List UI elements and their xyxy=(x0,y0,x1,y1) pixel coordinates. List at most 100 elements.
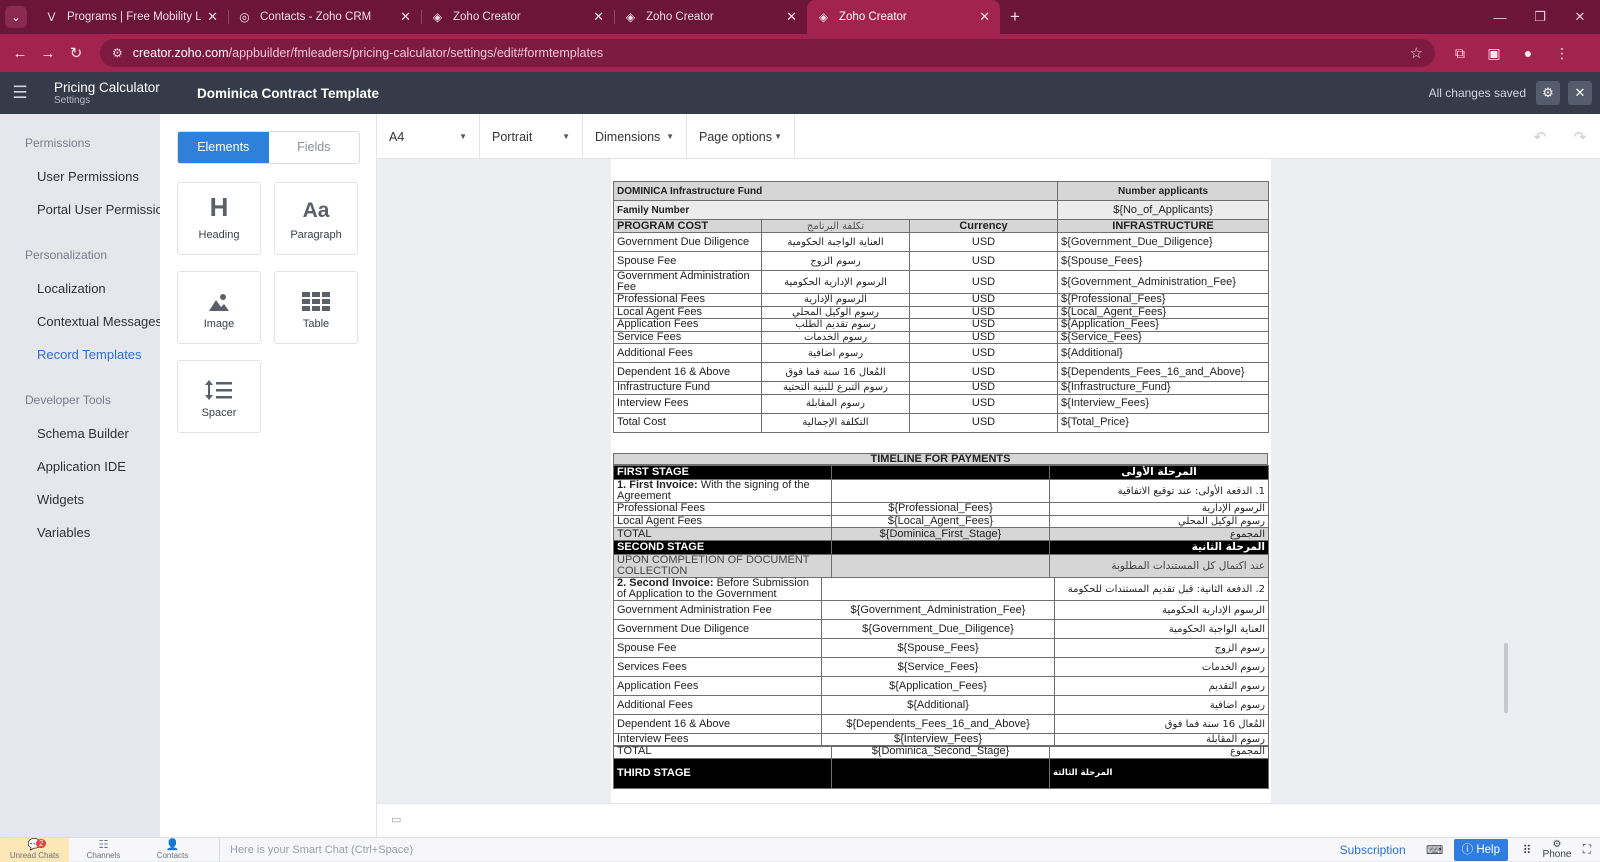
table-cell: 2. Second Invoice: Before Submission of … xyxy=(613,577,822,601)
table-row: Professional Fees الرسوم الإدارية USD ${Pro… xyxy=(613,293,1270,307)
sidebar-item-variables[interactable]: Variables xyxy=(0,516,160,549)
table-cell: ${Service_Fees} xyxy=(1057,330,1270,344)
keyboard-icon[interactable]: ⌨ xyxy=(1422,843,1448,857)
second-stage-table[interactable]: 2. Second Invoice: Before Submission of … xyxy=(613,577,1269,747)
apps-grid-icon[interactable]: ⠿ xyxy=(1514,843,1540,857)
table-row: UPON COMPLETION OF DOCUMENT COLLECTION ع… xyxy=(613,554,1269,578)
close-tab-icon[interactable]: ✕ xyxy=(207,9,218,25)
new-tab-icon[interactable]: + xyxy=(1010,7,1020,27)
sidebar-item-contextual-messages[interactable]: Contextual Messages xyxy=(0,305,160,338)
bookmark-star-icon[interactable]: ☆ xyxy=(1410,44,1423,62)
tab-search-dropdown-icon[interactable]: ⌄ xyxy=(5,6,27,28)
channels-button[interactable]: ☷ Channels xyxy=(69,838,138,862)
table-cell: ${Infrastructure_Fund} xyxy=(1057,381,1270,395)
table-cell: Local Agent Fees xyxy=(613,305,762,319)
sidebar-item-localization[interactable]: Localization xyxy=(0,272,160,305)
table-row: THIRD STAGE المرحلة الثالثة xyxy=(613,757,1269,789)
close-tab-icon[interactable]: ✕ xyxy=(979,9,990,25)
contacts-icon: 👤 xyxy=(165,838,180,851)
smart-chat-input[interactable]: Here is your Smart Chat (Ctrl+Space) xyxy=(219,837,1319,862)
help-button[interactable]: ⓘ Help xyxy=(1453,838,1508,861)
paragraph-element-card[interactable]: Aa Paragraph xyxy=(274,182,358,255)
url-field[interactable]: ⚙ creator.zoho.com/appbuilder/fmleaders/… xyxy=(100,39,1435,67)
heading-icon: H xyxy=(209,192,229,222)
table-cell: رسوم المقابلة xyxy=(761,393,910,414)
table-row: Services Fees ${Service_Fees} رسوم الخدمات xyxy=(613,657,1269,677)
unread-chats-button[interactable]: 💬 Unread Chats 2 xyxy=(0,837,69,862)
dimensions-select[interactable]: Dimensions ▼ xyxy=(583,114,687,159)
forward-icon[interactable]: → xyxy=(34,45,62,62)
table-element-card[interactable]: Table xyxy=(274,271,358,344)
first-stage-table[interactable]: FIRST STAGE المرحلة الأولى 1. First Invo… xyxy=(613,465,1269,578)
table-row: Infrastructure Fund رسوم التبرع للبنية ال… xyxy=(613,381,1270,395)
browser-tab[interactable]: V Programs | Free Mobility Leade ✕ xyxy=(35,0,228,34)
heading-element-card[interactable]: H Heading xyxy=(177,182,261,255)
undo-icon[interactable]: ↶ xyxy=(1520,128,1560,146)
sidebar-item-widgets[interactable]: Widgets xyxy=(0,483,160,516)
table-cell: العناية الواجبة الحكومية xyxy=(1054,619,1269,639)
table-cell: رسوم اضافية xyxy=(761,343,910,363)
tab-elements[interactable]: Elements xyxy=(178,132,269,163)
browser-tab[interactable]: ◈ Zoho Creator ✕ xyxy=(421,0,614,34)
close-editor-icon[interactable]: ✕ xyxy=(1568,81,1592,105)
sidebar-item-portal-user-permissions[interactable]: Portal User Permissions xyxy=(0,193,160,226)
canvas-scrollbar[interactable] xyxy=(1504,643,1508,713)
redo-icon[interactable]: ↷ xyxy=(1560,128,1600,146)
reload-icon[interactable]: ↻ xyxy=(62,44,90,62)
table-cell: USD xyxy=(908,330,1059,344)
unread-count-badge: 2 xyxy=(36,838,47,848)
contacts-button[interactable]: 👤 Contacts xyxy=(138,838,207,862)
program-cost-table[interactable]: DOMINICA Infrastructure Fund Number appl… xyxy=(612,181,1270,433)
subscription-link[interactable]: Subscription xyxy=(1340,843,1406,857)
page-options-select[interactable]: Page options ▼ xyxy=(687,114,795,159)
back-icon[interactable]: ← xyxy=(6,45,34,62)
hamburger-menu-icon[interactable]: ☰ xyxy=(0,83,40,103)
template-canvas[interactable]: DOMINICA Infrastructure Fund Number appl… xyxy=(377,159,1600,803)
sidepanel-icon[interactable]: ▣ xyxy=(1477,45,1511,62)
table-cell: ${No_of_Applicants} xyxy=(1057,200,1270,220)
table-cell: رسوم الزوج xyxy=(1054,638,1269,658)
spacer-element-card[interactable]: Spacer xyxy=(177,360,261,433)
table-cell: Infrastructure Fund xyxy=(613,381,762,395)
zoho-creator-icon: ◈ xyxy=(818,9,829,24)
screenshot-icon[interactable]: ⛶ xyxy=(1574,842,1600,857)
image-element-card[interactable]: Image xyxy=(177,271,261,344)
minimize-icon[interactable]: — xyxy=(1480,10,1520,25)
profile-icon[interactable]: ● xyxy=(1511,45,1545,62)
settings-gear-icon[interactable]: ⚙ xyxy=(1536,81,1560,105)
table-cell: ${Government_Administration_Fee} xyxy=(821,600,1055,620)
sidebar-item-application-ide[interactable]: Application IDE xyxy=(0,450,160,483)
table-row: Family Number ${No_of_Applicants} xyxy=(612,200,1270,220)
close-tab-icon[interactable]: ✕ xyxy=(593,9,604,25)
browser-tab-active[interactable]: ◈ Zoho Creator ✕ xyxy=(807,0,1000,34)
orientation-select[interactable]: Portrait ▼ xyxy=(480,114,583,159)
table-icon xyxy=(275,272,357,312)
table-cell: Professional Fees xyxy=(613,502,832,516)
table-row: Additional Fees ${Additional} رسوم اضافية xyxy=(613,695,1269,715)
sidebar-item-schema-builder[interactable]: Schema Builder xyxy=(0,417,160,450)
site-info-icon[interactable]: ⚙ xyxy=(112,46,123,60)
table-cell: DOMINICA Infrastructure Fund xyxy=(612,181,1059,201)
phone-button[interactable]: ⚙ Phone xyxy=(1540,839,1574,860)
table-cell: USD xyxy=(908,232,1059,252)
browser-tab[interactable]: ◈ Zoho Creator ✕ xyxy=(614,0,807,34)
sidebar-item-record-templates[interactable]: Record Templates xyxy=(0,338,160,371)
close-window-icon[interactable]: ✕ xyxy=(1560,9,1600,25)
stage-totals-table[interactable]: TOTAL ${Dominica_Second_Stage} المجموع THI… xyxy=(613,745,1269,789)
table-row: Total Cost التكلفة الإجمالية USD ${Total_Pr… xyxy=(613,412,1270,433)
elements-fields-tabs: Elements Fields xyxy=(177,131,360,164)
close-tab-icon[interactable]: ✕ xyxy=(400,9,411,25)
page-footer-icon[interactable]: ▭ xyxy=(391,813,401,826)
restore-icon[interactable]: ❐ xyxy=(1520,9,1560,25)
tab-fields[interactable]: Fields xyxy=(269,132,360,163)
paper-size-select[interactable]: A4 ▼ xyxy=(377,114,480,159)
table-cell: UPON COMPLETION OF DOCUMENT COLLECTION xyxy=(613,554,832,578)
template-page[interactable]: DOMINICA Infrastructure Fund Number appl… xyxy=(611,159,1271,803)
sidebar-item-user-permissions[interactable]: User Permissions xyxy=(0,160,160,193)
browser-tab[interactable]: ◎ Contacts - Zoho CRM ✕ xyxy=(228,0,421,34)
browser-menu-icon[interactable]: ⋮ xyxy=(1545,45,1579,62)
close-tab-icon[interactable]: ✕ xyxy=(786,9,797,25)
elements-panel: Elements Fields H Heading Aa Paragraph I… xyxy=(160,114,377,837)
extensions-icon[interactable]: ⧉ xyxy=(1443,45,1477,62)
table-cell: رسوم التقديم xyxy=(1054,676,1269,696)
